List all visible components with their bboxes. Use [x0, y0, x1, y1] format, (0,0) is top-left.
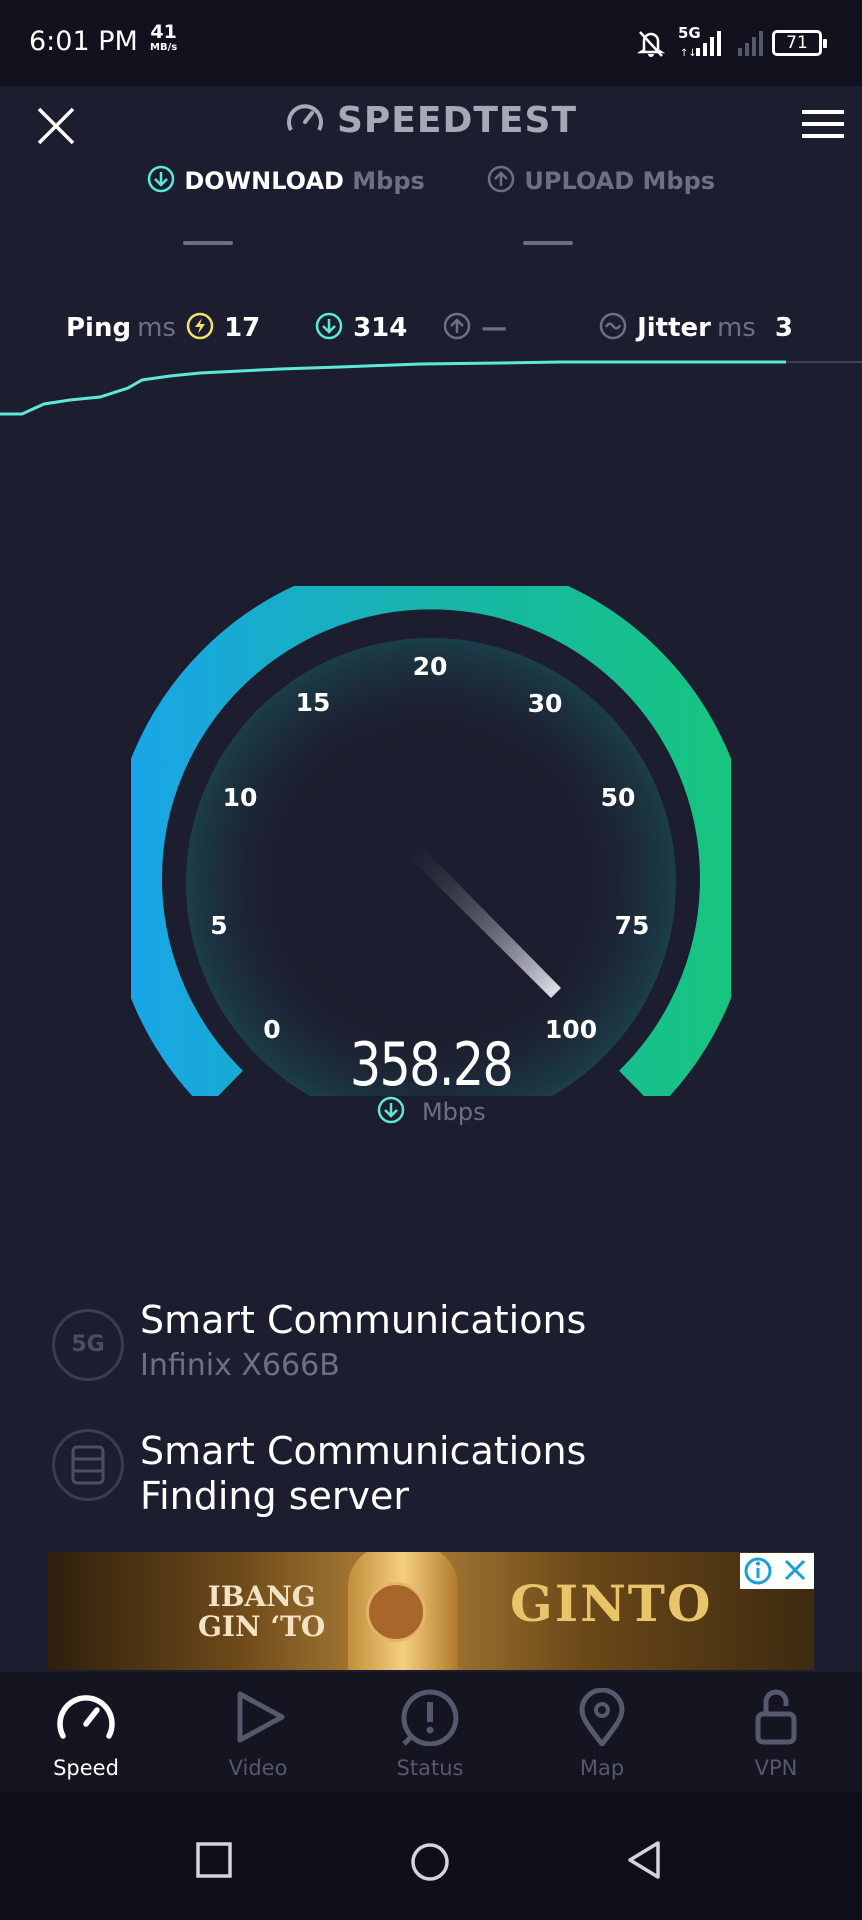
unlock-icon — [755, 1689, 797, 1745]
play-icon — [237, 1691, 285, 1743]
nav-item-map[interactable]: Map — [532, 1687, 672, 1780]
ad-tagline-line2: GIN ‘TO — [198, 1610, 326, 1643]
ping-unit: ms — [137, 313, 176, 343]
current-speed-unit-row: Mbps — [0, 1095, 862, 1126]
upload-metric-icon — [443, 312, 471, 340]
speedometer-logo-icon — [287, 104, 323, 131]
gauge-tick-5: 5 — [210, 911, 228, 940]
tab-download[interactable]: DOWNLOAD Mbps — [146, 164, 425, 195]
tab-download-unit: Mbps — [352, 167, 425, 195]
app-title-text: SPEEDTEST — [336, 100, 577, 141]
app-title: SPEEDTEST — [0, 100, 862, 141]
jitter-value: 3 — [774, 313, 793, 343]
gauge-tick-50: 50 — [600, 783, 636, 812]
provider-name: Smart Communications — [140, 1298, 587, 1342]
alert-icon — [401, 1689, 459, 1747]
ping-bolt-icon — [186, 312, 214, 340]
server-icon[interactable] — [52, 1429, 124, 1501]
battery-indicator: 71 — [772, 30, 827, 56]
download-metric-icon — [315, 312, 343, 340]
ad-medal-image — [366, 1582, 426, 1642]
upload-metric-value: — — [481, 313, 508, 343]
nav-item-status[interactable]: Status — [360, 1688, 500, 1780]
gauge-tick-30: 30 — [527, 689, 563, 718]
ad-choices-controls[interactable] — [740, 1553, 814, 1589]
svg-text:↑↓: ↑↓ — [680, 48, 697, 58]
jitter-metric: Jitter ms 3 — [598, 311, 793, 343]
gauge-tick-20: 20 — [412, 652, 448, 681]
gauge-tick-15: 15 — [295, 688, 331, 717]
network-speed-unit: MB/s — [150, 42, 178, 53]
speed-gauge-icon — [57, 1695, 115, 1739]
network-5g-icon: 5G — [52, 1309, 124, 1381]
jitter-unit: ms — [716, 313, 756, 343]
download-value-placeholder — [183, 241, 233, 245]
upload-value-placeholder — [523, 241, 573, 245]
notifications-off-icon — [636, 31, 666, 57]
ad-brand-name: GINTO — [510, 1574, 713, 1633]
gauge-tick-10: 10 — [222, 783, 258, 812]
ad-tagline-line1: IBANG — [207, 1580, 316, 1613]
nav-label-status: Status — [396, 1756, 464, 1780]
download-metric-value: 314 — [353, 313, 408, 343]
tab-upload[interactable]: UPLOAD Mbps — [486, 164, 715, 195]
server-status: Finding server — [140, 1474, 409, 1518]
network-speed-indicator: 41 MB/s — [150, 23, 178, 56]
nav-label-speed: Speed — [53, 1756, 119, 1780]
map-pin-icon — [579, 1687, 625, 1749]
server-stack-icon — [71, 1445, 105, 1485]
ad-info-close-icon[interactable] — [740, 1553, 814, 1589]
server-provider-name[interactable]: Smart Communications — [140, 1429, 586, 1473]
download-speed-graph — [0, 360, 862, 416]
status-time: 6:01 PM — [29, 26, 138, 57]
tab-upload-label: UPLOAD — [524, 167, 635, 195]
nav-item-speed[interactable]: Speed — [16, 1688, 156, 1780]
nav-label-video: Video — [228, 1756, 288, 1780]
menu-icon[interactable] — [802, 108, 844, 140]
download-metric: 314 — [314, 311, 407, 343]
current-speed-unit: Mbps — [421, 1098, 486, 1126]
tab-download-label: DOWNLOAD — [184, 167, 344, 195]
ad-banner[interactable]: IBANG GIN ‘TO GINTO — [48, 1552, 814, 1670]
jitter-wave-icon — [599, 312, 627, 340]
upload-arrow-icon — [487, 165, 515, 193]
upload-metric: — — [442, 311, 507, 343]
ping-label: Ping — [66, 313, 132, 343]
ping-value: 17 — [224, 313, 261, 343]
nav-label-map: Map — [579, 1756, 625, 1780]
device-name: Infinix X666B — [140, 1348, 340, 1383]
speed-unit-download-icon — [378, 1096, 405, 1124]
ad-tagline: IBANG GIN ‘TO — [198, 1582, 325, 1642]
home-icon[interactable] — [410, 1842, 450, 1882]
recent-apps-icon[interactable] — [196, 1842, 232, 1878]
tab-upload-unit: Mbps — [642, 167, 716, 195]
gauge-tick-75: 75 — [614, 911, 650, 940]
jitter-label: Jitter — [637, 313, 711, 343]
download-arrow-icon — [147, 165, 175, 193]
nav-item-video[interactable]: Video — [188, 1688, 328, 1780]
ping-metric: Ping ms 17 — [66, 311, 260, 343]
nav-label-vpn: VPN — [754, 1756, 798, 1780]
back-icon[interactable] — [626, 1840, 662, 1880]
signal-bars-icon: ↑↓ — [680, 31, 763, 58]
current-speed-value: 358.28 — [349, 1030, 514, 1100]
nav-item-vpn[interactable]: VPN — [706, 1688, 846, 1780]
